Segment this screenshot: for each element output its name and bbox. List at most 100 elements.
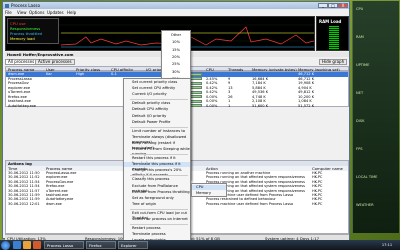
log-cell-computer: HK-PC [312, 184, 323, 189]
gadget-label: WEATHER [356, 203, 374, 207]
cell-cpu: 0.42% [206, 85, 218, 90]
taskbar-clock[interactable]: 17:11 [376, 241, 398, 249]
context-menu-item[interactable]: Tree of origin [124, 202, 190, 207]
cell-name: firefox.exe [8, 94, 27, 99]
menu-separator [130, 175, 188, 177]
cell-mem-ws: 51,572 K [298, 103, 315, 108]
context-menu-item[interactable]: Terminate always (disallowed processes) [124, 135, 190, 144]
log-cell-name: ProcessLasso.exe [46, 171, 77, 175]
log-cell-action: Process running on that affected system … [206, 175, 305, 180]
title-bar[interactable]: Process Lasso _ □ X [3, 2, 349, 9]
taskbar-item-firefox[interactable]: Firefox [86, 241, 116, 249]
log-cell-name: uTorrent.exe [46, 188, 68, 193]
menu-separator [130, 154, 188, 156]
context-menu-item[interactable]: Restart this process if it terminates [124, 156, 190, 165]
start-button[interactable] [1, 240, 10, 250]
context-menu-item[interactable]: Default CPU affinity [124, 107, 190, 112]
ram-load-label: RAM Load [319, 19, 342, 24]
cell-name: explorer.exe [8, 85, 31, 90]
window-title: Process Lasso [11, 3, 41, 8]
log-cell-time: 30-06-2012 11:59 [8, 197, 40, 202]
tab-active-processes[interactable]: Active processes [35, 59, 75, 65]
cell-name: AutoHotkey.exe [8, 103, 36, 108]
gadget-label: DISK [356, 119, 365, 123]
cell-priority: High [76, 72, 85, 76]
cell-mem-ws: 10,200 K [298, 94, 315, 99]
context-menu-item[interactable]: Terminate this process if it exceeds [124, 162, 190, 171]
context-menu-item[interactable]: Exclude from ProBalance restraint [124, 184, 190, 193]
log-cell-name: taskhost.exe [46, 193, 69, 197]
context-menu-item[interactable]: Search for process on Internet [124, 217, 190, 222]
percent-option[interactable]: 20% [162, 55, 190, 60]
cell-mem-priv: 2,108 K [252, 99, 266, 103]
menu-help[interactable]: Help [67, 10, 76, 15]
cell-threads: 9 [228, 76, 231, 81]
log-cell-computer: HK-PC [312, 188, 323, 193]
context-menu-item[interactable]: Terminate process [124, 232, 190, 237]
cell-cpu: 0.00% [206, 103, 218, 108]
percent-option[interactable]: 25% [162, 62, 190, 67]
context-menu-item[interactable]: Set as foreground only [124, 196, 190, 201]
cell-name: ProcessLasso [8, 76, 32, 81]
minimize-button[interactable]: _ [318, 2, 328, 8]
context-menu-item[interactable]: Restart process [124, 226, 190, 231]
context-menu-item[interactable]: Set current CPU affinity [124, 86, 190, 91]
menu-bar: File View Options Updates Help [3, 9, 349, 15]
log-cell-time: 30-06-2012 11:57 [8, 188, 40, 193]
context-menu-item[interactable]: Classify this process [124, 177, 190, 182]
log-cell-computer: HK-PC [312, 179, 323, 184]
legend-memory: Memory load [10, 36, 35, 41]
context-menu-item[interactable]: Exclude from Process throttling [124, 190, 190, 195]
gadget-label: LOCAL TIME [356, 175, 378, 179]
exceeds-submenu: CPU Memory [191, 183, 227, 197]
firefox-icon[interactable] [33, 241, 41, 249]
submenu-cpu[interactable]: CPU [192, 185, 226, 191]
cell-threads: 9 [228, 81, 231, 85]
cell-cpu: 0.42% [206, 90, 218, 94]
percent-option[interactable]: 30% [162, 70, 190, 75]
menu-updates[interactable]: Updates [47, 10, 64, 15]
context-menu-item[interactable]: Default priority class [124, 101, 190, 106]
submenu-memory[interactable]: Memory [192, 191, 226, 196]
context-menu-item[interactable]: Limit number of instances to [124, 129, 190, 134]
explorer-icon[interactable] [23, 241, 31, 249]
cell-mem-priv: 51,600 K [252, 103, 269, 108]
cell-cpu: 0.42% [206, 81, 218, 85]
context-menu-item[interactable]: Current I/O priority [124, 92, 190, 97]
percent-option[interactable]: 10% [162, 40, 190, 45]
context-menu-item[interactable]: Default Power Profile [124, 120, 190, 125]
taskbar-item-process-lasso[interactable]: Process Lasso [44, 241, 84, 249]
context-menu-item[interactable]: Change this process's 20% affinity if it… [124, 168, 190, 177]
log-cell-name: ProcessGov.exe [46, 179, 74, 184]
app-icon [5, 3, 9, 8]
cell-mem-ws: 46,712 K [298, 76, 315, 81]
menu-view[interactable]: View [17, 10, 27, 15]
context-menu-item[interactable]: Prevent PC from Sleeping while running [124, 147, 190, 156]
maximize-button[interactable]: □ [328, 2, 338, 8]
cell-threads: 3 [228, 90, 231, 94]
ram-load-bar [329, 26, 339, 50]
cell-mem-ws: 46,712 K [298, 72, 315, 76]
log-cell-action: Process machine user defined from Proces… [206, 201, 294, 206]
context-menu-item[interactable]: Exit cut-form CPU load (or cut Throttle) [124, 211, 190, 220]
context-menu-item[interactable]: Keep running (restart if terminated) [124, 141, 190, 150]
cell-mem-priv: 16,684 K [252, 76, 269, 81]
hide-graph-button[interactable]: Hide graph [319, 59, 348, 65]
ie-icon[interactable] [13, 241, 21, 249]
close-button[interactable]: X [338, 2, 348, 8]
percent-option[interactable]: 15% [162, 48, 190, 53]
context-menu-item[interactable]: Set current priority class [124, 80, 190, 85]
cell-mem-priv: 4,748 K [252, 94, 266, 99]
cell-name: uTorrent.exe [8, 90, 31, 94]
log-cell-computer: HK-PC [312, 193, 323, 197]
log-cell-computer: HK-PC [312, 175, 323, 180]
menu-file[interactable]: File [5, 10, 12, 15]
menu-options[interactable]: Options [29, 10, 44, 15]
tab-all-processes[interactable]: All processes [5, 59, 38, 65]
cell-mem-priv: 5,884 K [252, 85, 266, 90]
cell-cpu: 0.00% [206, 99, 218, 103]
context-menu-item[interactable]: Default I/O priority [124, 114, 190, 119]
percent-option[interactable]: Other [162, 33, 190, 38]
log-cell-time: 30-06-2012 11:59 [8, 193, 40, 197]
taskbar-item-explorer[interactable]: Explorer [118, 241, 148, 249]
